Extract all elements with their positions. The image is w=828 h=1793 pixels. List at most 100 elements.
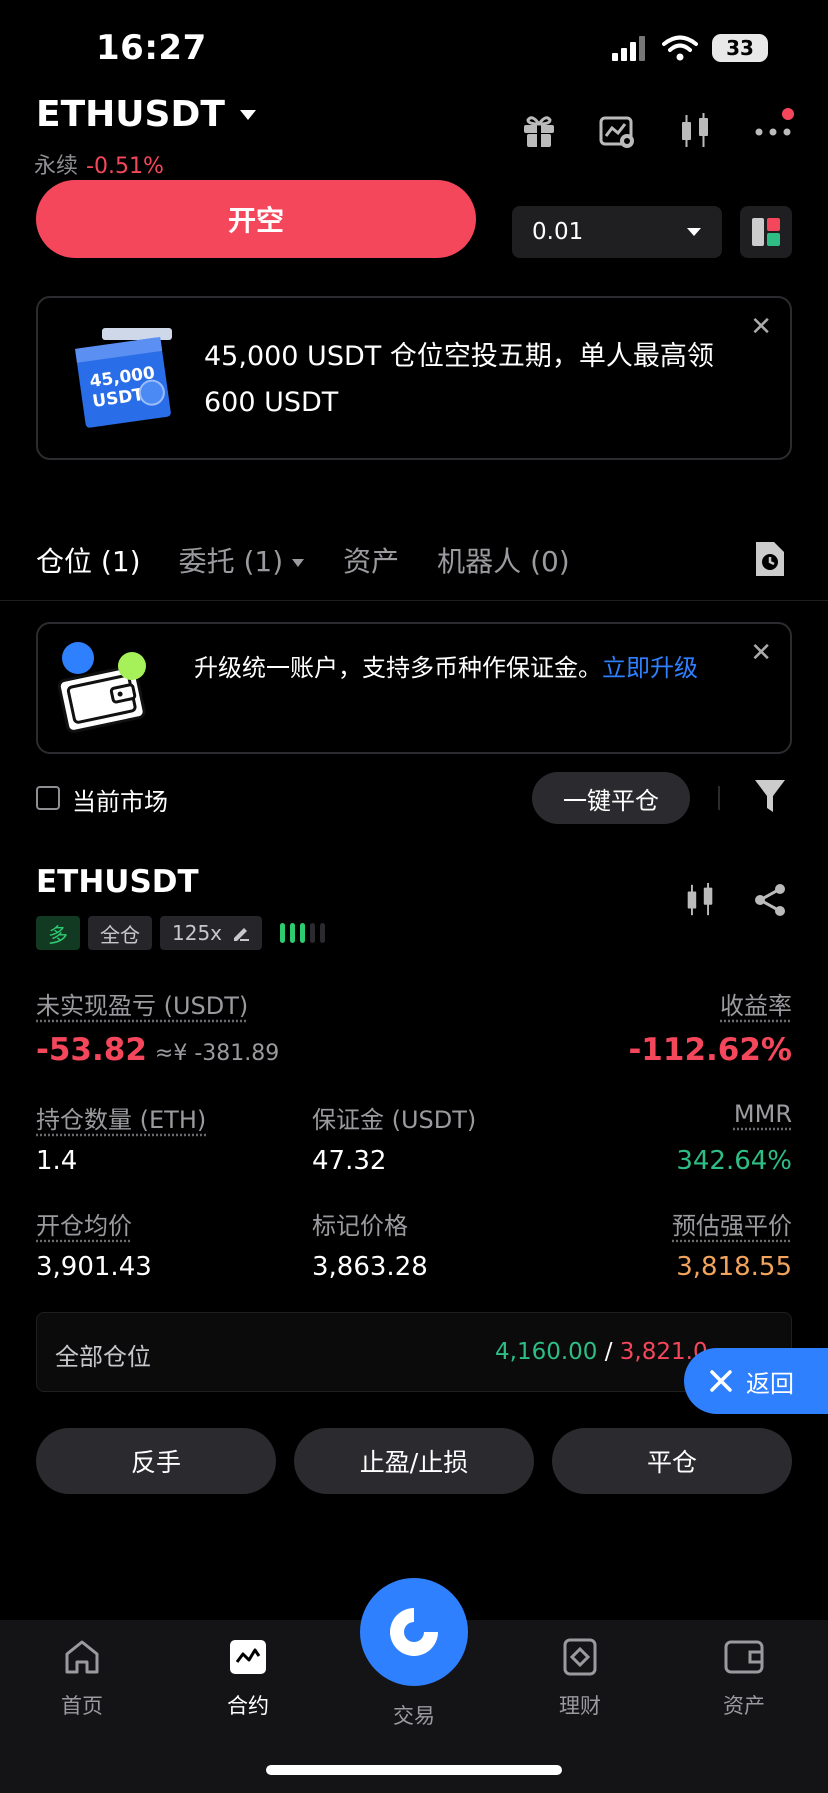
close-position-button[interactable]: 平仓 [552, 1428, 792, 1494]
upgrade-message: 升级统一账户，支持多币种作保证金。 [194, 654, 602, 682]
back-label: 返回 [746, 1369, 794, 1398]
mark-price-label: 标记价格 [312, 1212, 408, 1240]
tab-orders-label: 委托 (1) [178, 545, 284, 578]
quantity-value: 0.01 [532, 219, 584, 245]
filter-icon[interactable] [754, 778, 786, 814]
caret-down-icon [687, 228, 701, 236]
margin-value: 47.32 [312, 1146, 387, 1176]
nav-earn[interactable]: 理财 [520, 1638, 640, 1720]
header-toolbar [520, 108, 794, 150]
liq-price-label: 预估强平价 [672, 1212, 792, 1240]
unrealized-pnl-label: 未实现盈亏 (USDT) [36, 992, 249, 1020]
edit-icon [234, 928, 250, 941]
pair-selector[interactable]: ETHUSDT [36, 94, 257, 135]
more-icon[interactable] [754, 108, 794, 150]
status-icons: 33 [612, 34, 768, 62]
nav-assets[interactable]: 资产 [684, 1638, 804, 1720]
roe-label: 收益率 [720, 992, 792, 1020]
margin-mode-tag: 全仓 [88, 916, 152, 950]
signal-icon [612, 36, 645, 61]
trade-logo-icon [390, 1608, 438, 1656]
mmr-value: 342.64% [676, 1146, 792, 1176]
layout-icon [752, 218, 780, 246]
promo-banner[interactable]: 45,000 USDT 45,000 USDT 仓位空投五期，单人最高领 600… [36, 296, 792, 460]
price-change: -0.51% [86, 154, 164, 179]
tab-positions[interactable]: 仓位 (1) [36, 540, 141, 580]
open-short-button[interactable]: 开空 [36, 180, 476, 258]
divider [718, 786, 720, 810]
close-all-button[interactable]: 一键平仓 [532, 772, 690, 824]
airdrop-coupon-icon: 45,000 USDT [75, 328, 172, 428]
side-tag: 多 [36, 916, 80, 950]
history-icon[interactable] [752, 540, 786, 578]
current-market-label: 当前市场 [72, 788, 168, 816]
wallet-icon [57, 642, 146, 733]
close-icon[interactable]: ✕ [750, 312, 772, 342]
current-market-checkbox[interactable] [36, 786, 60, 810]
futures-chart-icon [230, 1640, 266, 1674]
home-icon [65, 1640, 99, 1674]
entry-price-value: 3,901.43 [36, 1252, 152, 1282]
back-button[interactable]: 返回 [684, 1348, 828, 1414]
size-label: 持仓数量 (ETH) [36, 1106, 207, 1134]
unrealized-pnl: -53.82 ≈¥ -381.89 [36, 1032, 279, 1068]
upgrade-now-link[interactable]: 立即升级 [602, 654, 698, 682]
tab-divider [0, 600, 828, 601]
status-time: 16:27 [96, 28, 207, 68]
quantity-select[interactable]: 0.01 [512, 206, 722, 258]
wallet-icon [724, 1640, 764, 1674]
all-positions-values: 4,160.00 / 3,821.0 [495, 1339, 708, 1365]
tab-bots[interactable]: 机器人 (0) [437, 540, 570, 580]
position-tags: 多 全仓 125x [36, 916, 326, 950]
battery-indicator: 33 [712, 34, 768, 62]
gift-icon[interactable] [520, 112, 558, 150]
nav-futures[interactable]: 合约 [188, 1638, 308, 1720]
pair-title: ETHUSDT [36, 94, 225, 135]
trade-button[interactable] [360, 1578, 468, 1686]
all-positions-bar[interactable]: 全部仓位 4,160.00 / 3,821.0 [36, 1312, 792, 1392]
all-positions-separator: / [604, 1339, 613, 1365]
candlestick-icon[interactable] [682, 882, 718, 918]
nav-futures-label: 合约 [227, 1694, 269, 1718]
risk-level-bars [280, 923, 326, 943]
chart-settings-icon[interactable] [598, 112, 636, 150]
contract-type: 永续 [34, 154, 79, 179]
pair-subtitle: 永续 -0.51% [34, 148, 164, 180]
tp-sl-button[interactable]: 止盈/止损 [294, 1428, 534, 1494]
share-icon[interactable] [752, 882, 788, 918]
home-indicator [266, 1765, 562, 1775]
position-symbol[interactable]: ETHUSDT [36, 864, 199, 900]
nav-home-label: 首页 [61, 1694, 103, 1718]
mmr-label: MMR [733, 1100, 792, 1128]
roe-value: -112.62% [628, 1032, 792, 1068]
leverage-value: 125x [172, 921, 223, 945]
leverage-tag[interactable]: 125x [160, 916, 263, 950]
caret-down-icon [239, 109, 256, 120]
earn-icon [563, 1638, 597, 1676]
entry-price-label: 开仓均价 [36, 1212, 132, 1240]
all-positions-label: 全部仓位 [55, 1343, 151, 1371]
unrealized-pnl-value: -53.82 [36, 1032, 147, 1068]
caret-down-icon [292, 559, 305, 567]
tab-orders[interactable]: 委托 (1) [179, 540, 306, 580]
promo-text: 45,000 USDT 仓位空投五期，单人最高领 600 USDT [204, 341, 714, 418]
size-value: 1.4 [36, 1146, 78, 1176]
margin-label: 保证金 (USDT) [312, 1106, 477, 1134]
wifi-icon [662, 35, 698, 61]
all-positions-green: 4,160.00 [495, 1339, 598, 1365]
candlestick-icon[interactable] [676, 112, 714, 150]
nav-home[interactable]: 首页 [22, 1638, 142, 1720]
nav-earn-label: 理财 [559, 1694, 601, 1718]
notification-dot [782, 108, 794, 120]
position-tabs: 仓位 (1) 委托 (1) 资产 机器人 (0) [36, 540, 608, 580]
mark-price-value: 3,863.28 [312, 1252, 428, 1282]
unrealized-pnl-cny: ≈¥ -381.89 [154, 1041, 280, 1066]
tab-assets[interactable]: 资产 [343, 540, 399, 580]
nav-assets-label: 资产 [723, 1694, 765, 1718]
layout-toggle-button[interactable] [740, 206, 792, 258]
upgrade-account-banner[interactable]: 升级统一账户，支持多币种作保证金。立即升级 ✕ [36, 622, 792, 754]
reverse-button[interactable]: 反手 [36, 1428, 276, 1494]
nav-trade-label: 交易 [393, 1704, 435, 1728]
close-icon [710, 1370, 732, 1392]
close-icon[interactable]: ✕ [750, 638, 772, 668]
